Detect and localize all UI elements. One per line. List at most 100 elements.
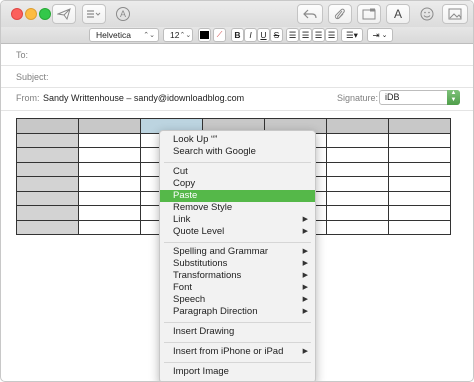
- menu-item-label: Link: [173, 214, 191, 225]
- table-cell[interactable]: [388, 147, 451, 163]
- menu-item-spelling-grammar[interactable]: Spelling and Grammar ▶: [160, 246, 315, 258]
- menu-item-font[interactable]: Font ▶: [160, 282, 315, 294]
- chevron-down-icon: ⌄: [381, 32, 388, 39]
- menu-item-quote-level[interactable]: Quote Level ▶: [160, 226, 315, 238]
- photos-button[interactable]: [442, 4, 468, 24]
- justify-icon: ☰: [327, 29, 336, 40]
- format-a-icon: A: [393, 7, 402, 21]
- table-cell[interactable]: [326, 132, 389, 148]
- photo-browser-button[interactable]: [357, 4, 381, 24]
- background-color-button[interactable]: ⟋: [213, 28, 226, 42]
- table-cell[interactable]: [16, 147, 79, 163]
- emoji-button[interactable]: [416, 4, 438, 24]
- table-cell[interactable]: [388, 219, 451, 235]
- strikethrough-button[interactable]: S: [270, 28, 283, 42]
- markup-icon: A: [116, 7, 130, 21]
- menu-item-import-image[interactable]: Import Image: [160, 366, 315, 378]
- table-cell[interactable]: [388, 118, 451, 134]
- reply-button[interactable]: [297, 4, 323, 24]
- menu-item-transformations[interactable]: Transformations ▶: [160, 270, 315, 282]
- no-color-icon: ⟋: [216, 30, 223, 39]
- table-cell[interactable]: [16, 190, 79, 206]
- font-size-select[interactable]: 12 ⌃⌄: [163, 28, 193, 42]
- bold-label: B: [234, 30, 241, 40]
- table-cell[interactable]: [16, 118, 79, 134]
- align-left-button[interactable]: ☰: [286, 28, 299, 42]
- from-account-select[interactable]: Sandy Writtenhouse – sandy@idownloadblog…: [43, 93, 244, 103]
- menu-item-insert-from-iphone[interactable]: Insert from iPhone or iPad ▶: [160, 346, 315, 358]
- format-button[interactable]: A: [386, 4, 410, 24]
- table-cell[interactable]: [326, 161, 389, 177]
- indent-button[interactable]: ⇥ ⌄: [367, 28, 393, 42]
- table-cell[interactable]: [388, 161, 451, 177]
- table-cell[interactable]: [326, 176, 389, 192]
- justify-button[interactable]: ☰: [325, 28, 338, 42]
- from-label: From:: [16, 93, 40, 103]
- align-center-button[interactable]: ☰: [299, 28, 312, 42]
- toolbar: A A: [1, 1, 473, 27]
- table-cell[interactable]: [78, 147, 141, 163]
- signature-value: iDB: [385, 92, 400, 102]
- menu-item-insert-drawing[interactable]: Insert Drawing: [160, 326, 315, 338]
- italic-button[interactable]: I: [244, 28, 257, 42]
- table-cell[interactable]: [16, 176, 79, 192]
- reply-arrow-icon: [303, 9, 317, 19]
- menu-item-cut[interactable]: Cut: [160, 166, 315, 178]
- chevron-updown-icon: ⌃⌄: [179, 32, 192, 39]
- header-fields-button[interactable]: [82, 4, 106, 24]
- menu-item-remove-style[interactable]: Remove Style: [160, 202, 315, 214]
- menu-item-label: Insert from iPhone or iPad: [173, 346, 284, 357]
- menu-item-paste[interactable]: Paste: [160, 190, 315, 202]
- markup-button[interactable]: A: [112, 4, 134, 24]
- list-style-button[interactable]: ☰▾: [341, 28, 363, 42]
- table-cell[interactable]: [326, 205, 389, 221]
- table-cell[interactable]: [78, 219, 141, 235]
- table-cell[interactable]: [388, 205, 451, 221]
- submenu-arrow-icon: ▶: [302, 260, 308, 267]
- text-color-button[interactable]: [198, 28, 211, 42]
- table-cell[interactable]: [16, 132, 79, 148]
- menu-item-speech[interactable]: Speech ▶: [160, 294, 315, 306]
- table-cell[interactable]: [326, 147, 389, 163]
- table-cell[interactable]: [388, 176, 451, 192]
- strikethrough-label: S: [273, 30, 280, 40]
- align-right-button[interactable]: ☰: [312, 28, 325, 42]
- attach-button[interactable]: [328, 4, 352, 24]
- table-cell[interactable]: [78, 161, 141, 177]
- to-row[interactable]: To:: [1, 44, 473, 66]
- minimize-window-button[interactable]: [25, 8, 37, 20]
- table-cell[interactable]: [78, 205, 141, 221]
- table-cell[interactable]: [388, 190, 451, 206]
- menu-item-link[interactable]: Link ▶: [160, 214, 315, 226]
- table-cell[interactable]: [326, 219, 389, 235]
- signature-select[interactable]: iDB ▲ ▼: [379, 90, 460, 105]
- table-cell[interactable]: [388, 132, 451, 148]
- table-cell[interactable]: [78, 190, 141, 206]
- table-cell[interactable]: [16, 161, 79, 177]
- font-family-select[interactable]: Helvetica ⌃⌄: [89, 28, 159, 42]
- zoom-window-button[interactable]: [39, 8, 51, 20]
- table-cell[interactable]: [78, 132, 141, 148]
- subject-row[interactable]: Subject:: [1, 66, 473, 88]
- underline-button[interactable]: U: [257, 28, 270, 42]
- table-cell[interactable]: [78, 176, 141, 192]
- table-cell[interactable]: [78, 118, 141, 134]
- menu-separator: [164, 242, 311, 243]
- menu-item-label: Paste: [173, 190, 198, 201]
- menu-item-substitutions[interactable]: Substitutions ▶: [160, 258, 315, 270]
- menu-item-label: Spelling and Grammar: [173, 246, 269, 257]
- menu-item-look-up[interactable]: Look Up “”: [160, 134, 315, 146]
- menu-item-label: Cut: [173, 166, 188, 177]
- menu-item-search-google[interactable]: Search with Google: [160, 146, 315, 158]
- table-cell[interactable]: [326, 190, 389, 206]
- send-button[interactable]: [52, 4, 76, 24]
- close-window-button[interactable]: [11, 8, 23, 20]
- table-cell[interactable]: [326, 118, 389, 134]
- bold-button[interactable]: B: [231, 28, 244, 42]
- menu-item-paragraph-direction[interactable]: Paragraph Direction ▶: [160, 306, 315, 318]
- table-cell[interactable]: [16, 205, 79, 221]
- menu-item-copy[interactable]: Copy: [160, 178, 315, 190]
- align-left-icon: ☰: [288, 29, 297, 40]
- menu-item-label: Quote Level: [173, 226, 225, 237]
- table-cell[interactable]: [16, 219, 79, 235]
